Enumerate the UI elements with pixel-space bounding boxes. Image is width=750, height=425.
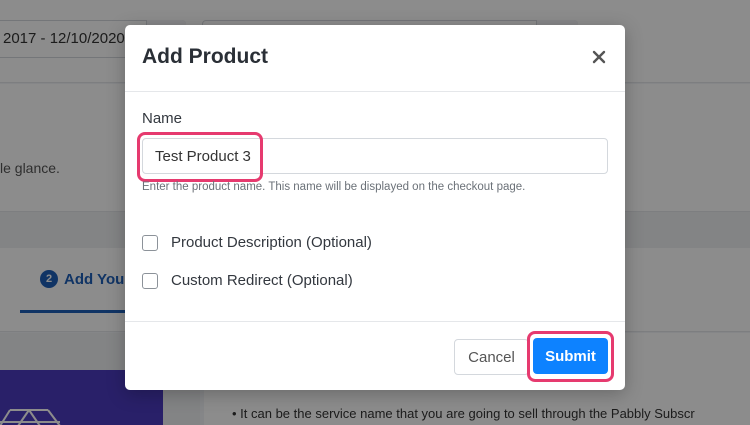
cancel-button[interactable]: Cancel xyxy=(454,339,529,375)
product-description-checkbox[interactable] xyxy=(142,234,158,251)
modal-footer: Cancel Submit xyxy=(125,321,625,390)
modal-body: Name Enter the product name. This name w… xyxy=(125,92,625,321)
close-icon[interactable] xyxy=(589,47,609,67)
custom-redirect-option[interactable]: Custom Redirect (Optional) xyxy=(142,272,353,289)
submit-button[interactable]: Submit xyxy=(533,338,608,374)
product-name-input[interactable] xyxy=(142,138,608,174)
custom-redirect-label: Custom Redirect (Optional) xyxy=(171,272,353,289)
modal-title: Add Product xyxy=(142,45,268,68)
modal-header: Add Product xyxy=(125,25,625,92)
name-label: Name xyxy=(142,110,183,127)
product-description-label: Product Description (Optional) xyxy=(171,234,372,251)
product-description-option[interactable]: Product Description (Optional) xyxy=(142,234,372,251)
add-product-modal: Add Product Name Enter the product name.… xyxy=(125,25,625,390)
custom-redirect-checkbox[interactable] xyxy=(142,272,158,289)
name-help-text: Enter the product name. This name will b… xyxy=(142,181,526,193)
